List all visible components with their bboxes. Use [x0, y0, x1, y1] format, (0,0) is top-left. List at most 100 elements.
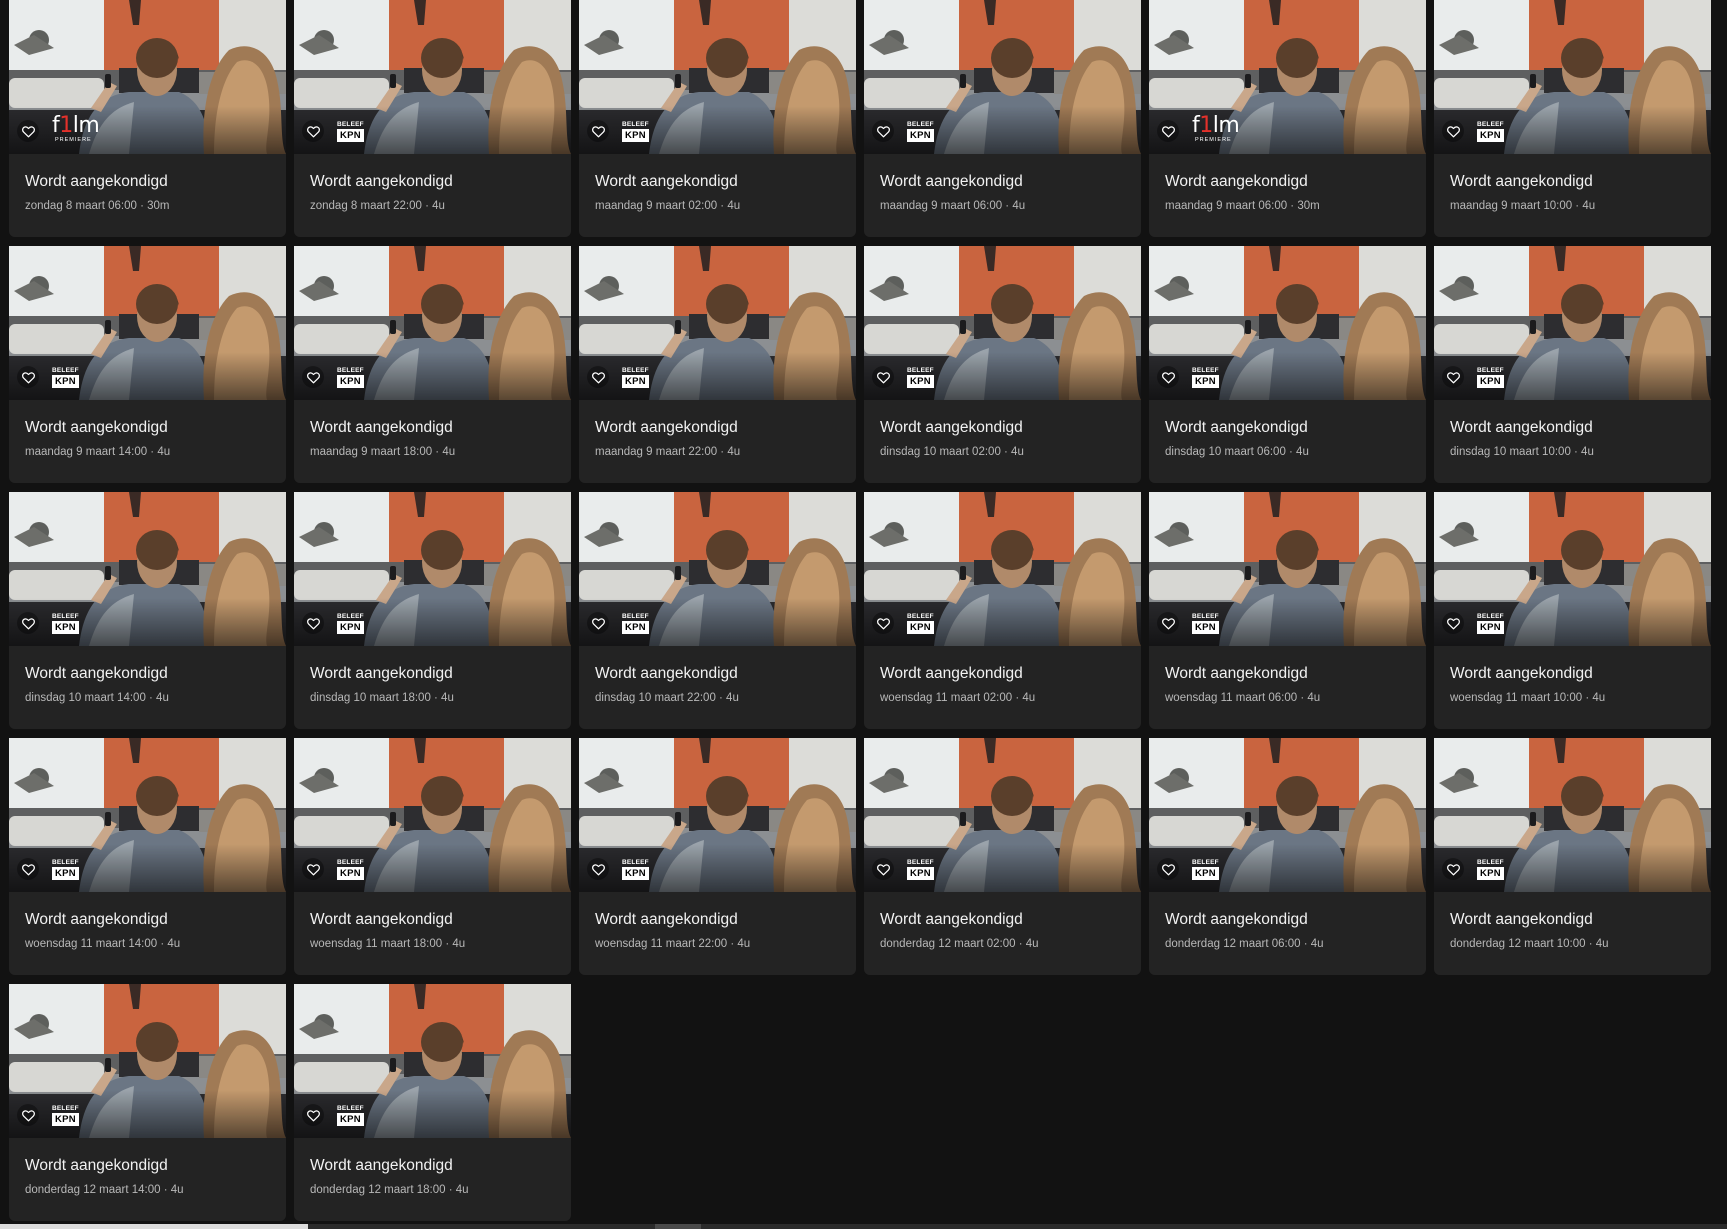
favorite-button[interactable] [17, 366, 39, 388]
logo-text-kpn: KPN [337, 867, 364, 880]
program-card[interactable]: BELEEF KPN Wordt aangekondigd dinsdag 10… [864, 246, 1141, 483]
favorite-button[interactable] [1157, 858, 1179, 880]
program-card[interactable]: BELEEF KPN Wordt aangekondigd donderdag … [1149, 738, 1426, 975]
favorite-button[interactable] [17, 612, 39, 634]
program-title: Wordt aangekondigd [310, 665, 453, 682]
program-schedule: maandag 9 maart 22:00 · 4u [595, 446, 741, 458]
favorite-button[interactable] [587, 120, 609, 142]
program-card[interactable]: BELEEF KPN Wordt aangekondigd dinsdag 10… [579, 492, 856, 729]
program-card[interactable]: f1lm PREMIERE Wordt aangekondigd maandag… [1149, 0, 1426, 237]
program-card[interactable]: BELEEF KPN Wordt aangekondigd donderdag … [1434, 738, 1711, 975]
program-thumbnail[interactable]: BELEEF KPN [294, 738, 571, 892]
favorite-button[interactable] [587, 858, 609, 880]
heart-outline-icon [591, 617, 605, 629]
program-thumbnail[interactable]: BELEEF KPN [294, 0, 571, 154]
favorite-button[interactable] [1157, 366, 1179, 388]
favorite-button[interactable] [17, 858, 39, 880]
favorite-button[interactable] [872, 120, 894, 142]
program-thumbnail[interactable]: BELEEF KPN [579, 492, 856, 646]
channel-logo-beleef-kpn: BELEEF KPN [622, 859, 649, 880]
favorite-button[interactable] [302, 1104, 324, 1126]
program-thumbnail[interactable]: BELEEF KPN [579, 246, 856, 400]
program-thumbnail[interactable]: BELEEF KPN [864, 0, 1141, 154]
program-thumbnail[interactable]: BELEEF KPN [294, 984, 571, 1138]
favorite-button[interactable] [17, 120, 39, 142]
program-title: Wordt aangekondigd [595, 173, 738, 190]
program-thumbnail[interactable]: BELEEF KPN [294, 492, 571, 646]
program-thumbnail[interactable]: BELEEF KPN [864, 492, 1141, 646]
logo-text-beleef: BELEEF [907, 367, 934, 374]
favorite-button[interactable] [587, 366, 609, 388]
program-card[interactable]: BELEEF KPN Wordt aangekondigd woensdag 1… [294, 738, 571, 975]
favorite-button[interactable] [872, 858, 894, 880]
program-thumbnail[interactable]: BELEEF KPN [9, 984, 286, 1138]
program-thumbnail[interactable]: BELEEF KPN [579, 0, 856, 154]
favorite-button[interactable] [1157, 612, 1179, 634]
program-thumbnail[interactable]: BELEEF KPN [1434, 0, 1711, 154]
program-title: Wordt aangekondigd [25, 419, 168, 436]
program-info: Wordt aangekondigd dinsdag 10 maart 18:0… [294, 646, 571, 705]
favorite-button[interactable] [1442, 612, 1464, 634]
favorite-button[interactable] [302, 366, 324, 388]
logo-text-kpn: KPN [1477, 867, 1504, 880]
favorite-button[interactable] [1442, 366, 1464, 388]
program-card[interactable]: BELEEF KPN Wordt aangekondigd maandag 9 … [1434, 0, 1711, 237]
favorite-button[interactable] [1442, 858, 1464, 880]
program-card[interactable]: BELEEF KPN Wordt aangekondigd maandag 9 … [9, 246, 286, 483]
thumbnail-gradient [579, 598, 856, 646]
program-card[interactable]: BELEEF KPN Wordt aangekondigd dinsdag 10… [1149, 246, 1426, 483]
scrollbar-thumb[interactable] [655, 1224, 701, 1229]
program-thumbnail[interactable]: BELEEF KPN [1149, 492, 1426, 646]
program-card[interactable]: BELEEF KPN Wordt aangekondigd dinsdag 10… [294, 492, 571, 729]
favorite-button[interactable] [302, 858, 324, 880]
program-thumbnail[interactable]: BELEEF KPN [864, 738, 1141, 892]
program-card[interactable]: BELEEF KPN Wordt aangekondigd donderdag … [294, 984, 571, 1221]
program-thumbnail[interactable]: BELEEF KPN [1149, 246, 1426, 400]
program-thumbnail[interactable]: f1lm PREMIERE [1149, 0, 1426, 154]
favorite-button[interactable] [302, 120, 324, 142]
program-card[interactable]: BELEEF KPN Wordt aangekondigd maandag 9 … [579, 246, 856, 483]
thumbnail-gradient [579, 352, 856, 400]
program-card[interactable]: f1lm PREMIERE Wordt aangekondigd zondag … [9, 0, 286, 237]
program-card[interactable]: BELEEF KPN Wordt aangekondigd woensdag 1… [9, 738, 286, 975]
favorite-button[interactable] [872, 612, 894, 634]
program-card[interactable]: BELEEF KPN Wordt aangekondigd dinsdag 10… [9, 492, 286, 729]
thumbnail-gradient [579, 106, 856, 154]
logo-text-beleef: BELEEF [1192, 859, 1219, 866]
program-card[interactable]: BELEEF KPN Wordt aangekondigd woensdag 1… [864, 492, 1141, 729]
thumbnail-gradient [1434, 598, 1711, 646]
program-thumbnail[interactable]: BELEEF KPN [294, 246, 571, 400]
heart-outline-icon [591, 371, 605, 383]
favorite-button[interactable] [872, 366, 894, 388]
program-thumbnail[interactable]: BELEEF KPN [1434, 246, 1711, 400]
program-thumbnail[interactable]: BELEEF KPN [864, 246, 1141, 400]
logo-text-kpn: KPN [907, 621, 934, 634]
favorite-button[interactable] [302, 612, 324, 634]
program-card[interactable]: BELEEF KPN Wordt aangekondigd maandag 9 … [294, 246, 571, 483]
horizontal-scrollbar[interactable] [0, 1224, 1727, 1229]
program-thumbnail[interactable]: f1lm PREMIERE [9, 0, 286, 154]
program-thumbnail[interactable]: BELEEF KPN [1434, 738, 1711, 892]
favorite-button[interactable] [17, 1104, 39, 1126]
thumbnail-gradient [864, 598, 1141, 646]
program-thumbnail[interactable]: BELEEF KPN [1434, 492, 1711, 646]
program-thumbnail[interactable]: BELEEF KPN [9, 246, 286, 400]
program-card[interactable]: BELEEF KPN Wordt aangekondigd woensdag 1… [1149, 492, 1426, 729]
program-card[interactable]: BELEEF KPN Wordt aangekondigd zondag 8 m… [294, 0, 571, 237]
favorite-button[interactable] [1157, 120, 1179, 142]
program-card[interactable]: BELEEF KPN Wordt aangekondigd maandag 9 … [579, 0, 856, 237]
program-title: Wordt aangekondigd [595, 419, 738, 436]
program-info: Wordt aangekondigd donderdag 12 maart 06… [1149, 892, 1426, 951]
program-thumbnail[interactable]: BELEEF KPN [9, 492, 286, 646]
program-card[interactable]: BELEEF KPN Wordt aangekondigd donderdag … [864, 738, 1141, 975]
program-thumbnail[interactable]: BELEEF KPN [1149, 738, 1426, 892]
program-card[interactable]: BELEEF KPN Wordt aangekondigd donderdag … [9, 984, 286, 1221]
program-thumbnail[interactable]: BELEEF KPN [9, 738, 286, 892]
program-card[interactable]: BELEEF KPN Wordt aangekondigd woensdag 1… [1434, 492, 1711, 729]
program-card[interactable]: BELEEF KPN Wordt aangekondigd maandag 9 … [864, 0, 1141, 237]
favorite-button[interactable] [587, 612, 609, 634]
program-card[interactable]: BELEEF KPN Wordt aangekondigd dinsdag 10… [1434, 246, 1711, 483]
program-card[interactable]: BELEEF KPN Wordt aangekondigd woensdag 1… [579, 738, 856, 975]
favorite-button[interactable] [1442, 120, 1464, 142]
program-thumbnail[interactable]: BELEEF KPN [579, 738, 856, 892]
